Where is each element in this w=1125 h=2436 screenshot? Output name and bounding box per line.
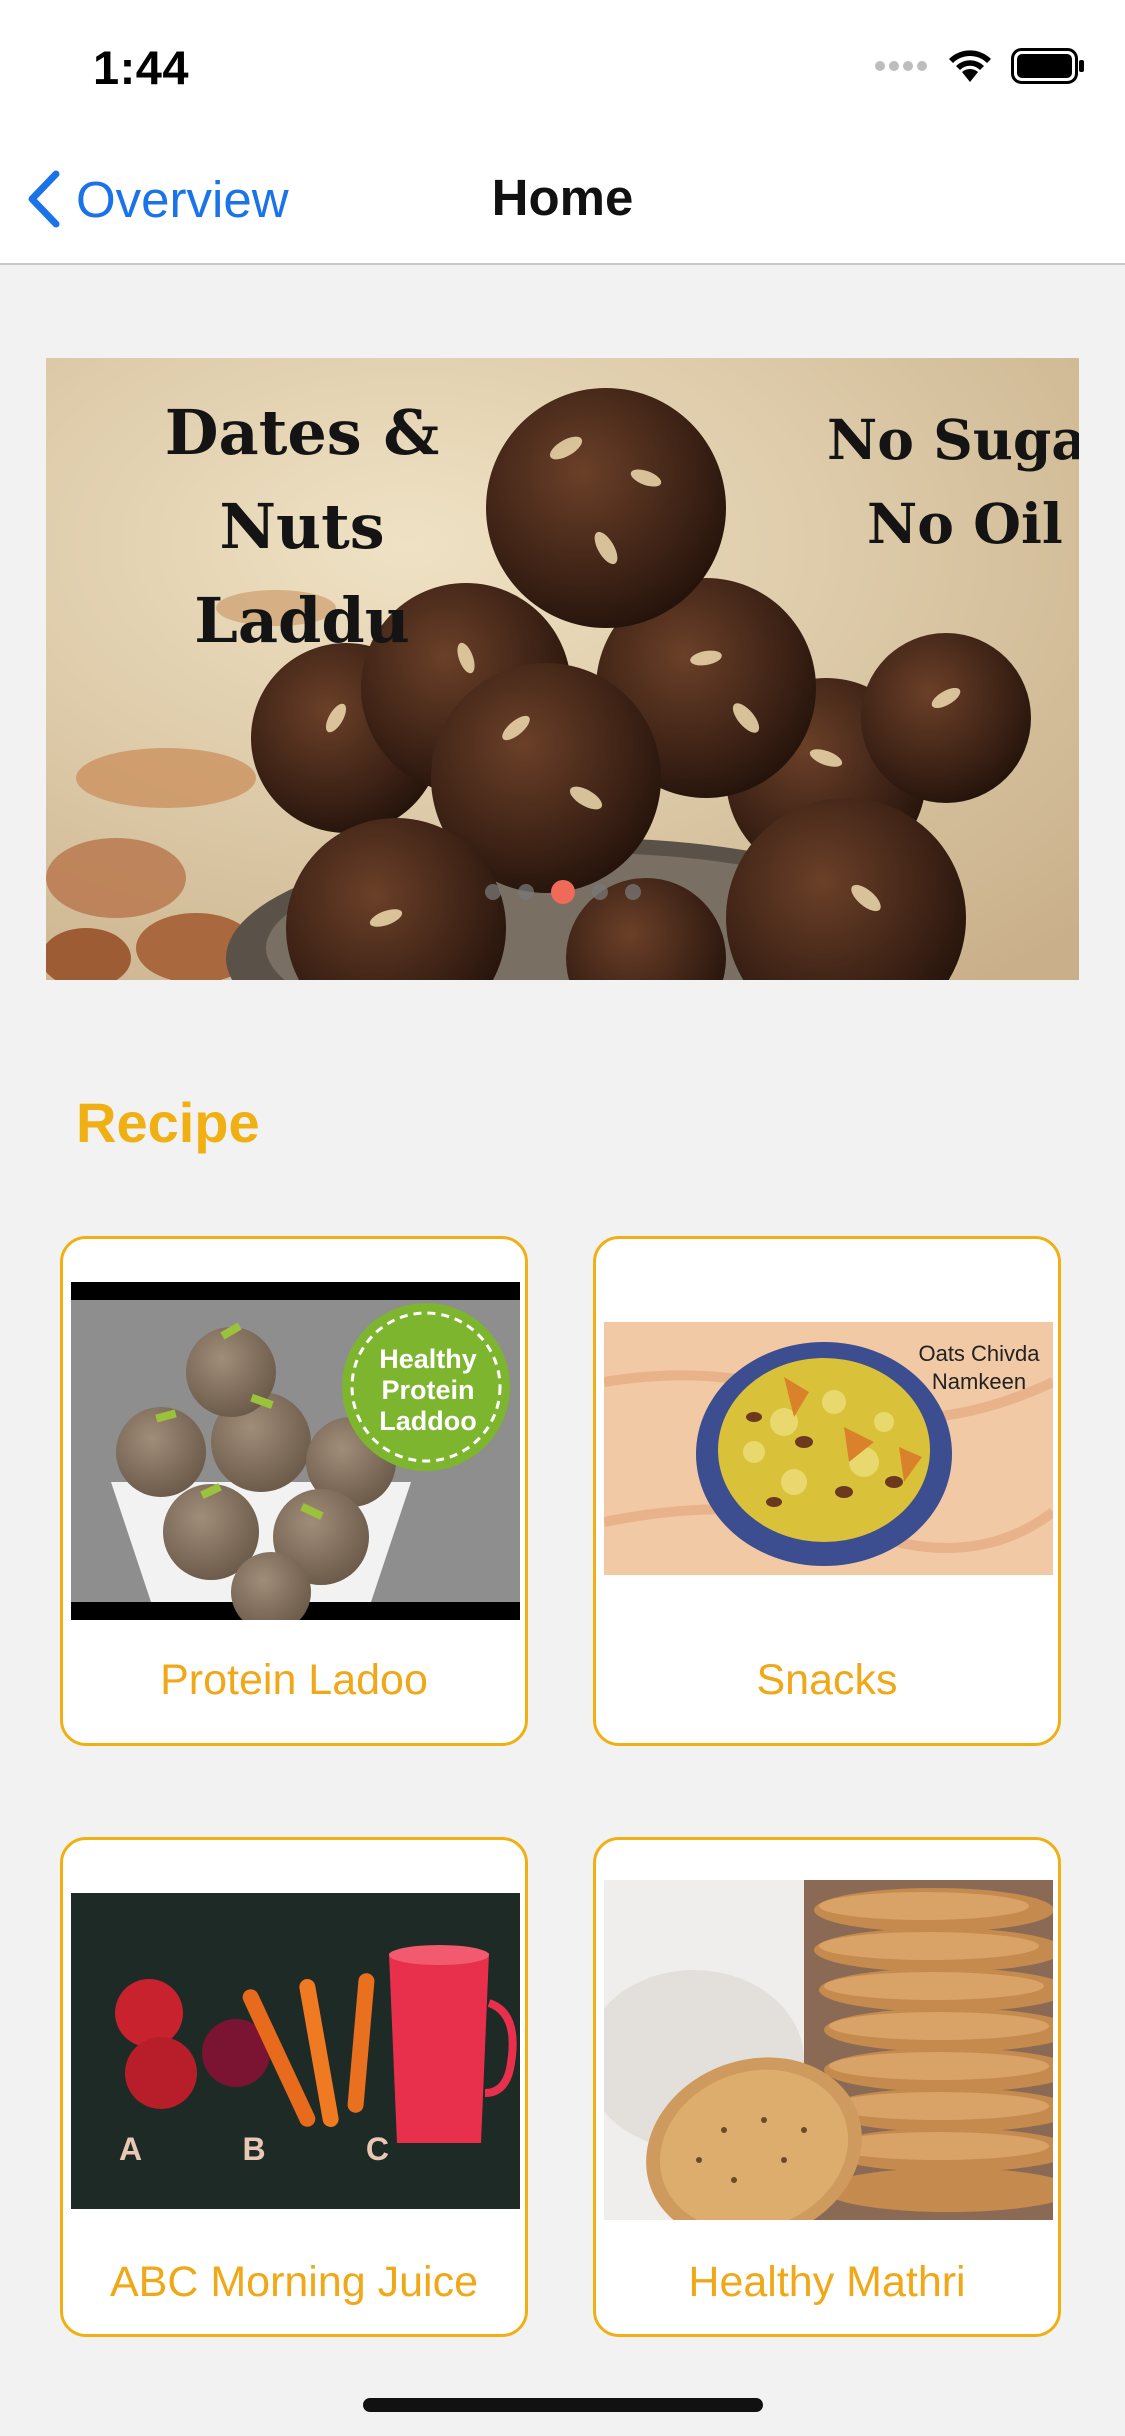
page-title: Home [491,169,634,226]
abc-juice-letters: A B C [119,2131,389,2167]
banner-title-line2: Laddu [194,584,410,657]
banner-tagline-line1: No Suga [827,407,1079,472]
abc-juice-image: A B C [71,1893,520,2209]
page-dot[interactable] [517,884,534,900]
recipe-card-protein-ladoo[interactable]: Healthy Protein Laddoo Protein Ladoo [60,1236,528,1746]
protein-ladoo-badge: Healthy Protein Laddoo [379,1344,477,1436]
page-dot-active[interactable] [550,880,575,904]
section-title: Recipe [76,1091,260,1154]
status-bar: 1:44 [0,0,1125,132]
status-icons [873,48,1085,84]
protein-ladoo-image: Healthy Protein Laddoo [71,1282,520,1620]
recipe-card-healthy-mathri[interactable]: Healthy Mathri [593,1837,1061,2337]
status-time: 1:44 [93,41,190,94]
page-dot[interactable] [591,884,608,900]
home-indicator[interactable] [363,2398,763,2412]
page-indicator[interactable] [46,880,1079,904]
recipe-card-abc-morning-juice[interactable]: A B C ABC Morning Juice [60,1837,528,2337]
healthy-mathri-image [604,1880,1053,2220]
battery-icon [1011,48,1084,84]
banner-title-line1: Dates & Nuts [164,396,440,563]
banner-tagline: No Suga No Oil [827,398,1079,566]
recipe-card-label: ABC Morning Juice [109,2258,479,2306]
wifi-icon [949,50,991,82]
signal-icon [875,61,927,71]
banner-tagline-line2: No Oil [867,491,1063,556]
snacks-image: Oats Chivda Namkeen [604,1322,1053,1575]
recipe-card-snacks[interactable]: Oats Chivda Namkeen Snacks [593,1236,1061,1746]
navigation-bar: Overview Home [0,132,1125,265]
page-dot[interactable] [624,884,641,900]
recipe-card-label: Snacks [756,1656,898,1704]
banner-title: Dates & Nuts Laddu [72,386,532,668]
snacks-image-caption: Oats Chivda Namkeen [918,1341,1040,1394]
banner-carousel[interactable]: Dates & Nuts Laddu No Suga No Oil [46,358,1079,980]
recipe-card-label: Healthy Mathri [688,2258,966,2306]
recipe-card-label: Protein Ladoo [160,1656,428,1704]
page-dot[interactable] [484,884,501,900]
